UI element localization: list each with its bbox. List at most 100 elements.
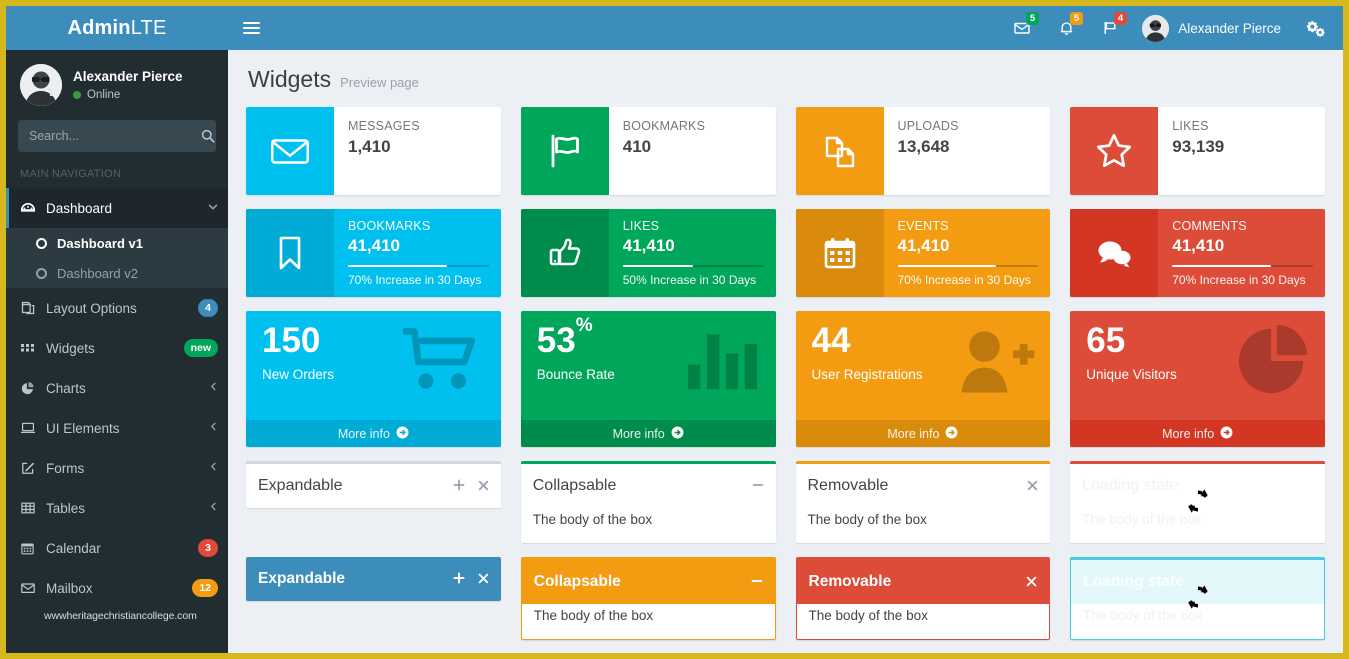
minus-icon[interactable] bbox=[751, 575, 763, 589]
plus-icon[interactable] bbox=[453, 479, 465, 493]
chevron-left-icon bbox=[209, 502, 218, 514]
info-box-label: LIKES bbox=[622, 219, 660, 233]
info-box-comments-progress[interactable]: COMMENTS 41,410 70% Increase in 30 Days bbox=[1070, 209, 1325, 297]
user-panel[interactable]: Alexander Pierce Online bbox=[6, 50, 228, 118]
plus-icon[interactable] bbox=[453, 572, 465, 586]
info-box-label: BOOKMARKS bbox=[622, 119, 706, 133]
files-icon bbox=[795, 107, 884, 195]
flag-icon bbox=[520, 107, 609, 195]
sidebar-badge: new bbox=[183, 338, 218, 358]
sidebar-item-mailbox[interactable]: Mailbox 12 bbox=[6, 568, 228, 608]
info-box-messages[interactable]: MESSAGES 1,410 bbox=[246, 107, 501, 195]
close-icon[interactable] bbox=[478, 479, 489, 493]
sidebar-item-label: Mailbox bbox=[46, 580, 93, 596]
loading-overlay bbox=[1071, 560, 1324, 639]
user-panel-name: Alexander Pierce bbox=[73, 69, 183, 84]
info-box-number: 13,648 bbox=[897, 137, 950, 156]
small-box-text: User Registrations bbox=[811, 366, 923, 382]
content-area: Widgets Preview page MESSAGES 1,410 BOOK… bbox=[228, 50, 1343, 653]
info-box-uploads[interactable]: UPLOADS 13,648 bbox=[795, 107, 1051, 195]
brand-logo[interactable]: Admin LTE bbox=[6, 6, 228, 50]
messages-badge: 5 bbox=[1025, 12, 1040, 25]
info-box-number: 41,410 bbox=[622, 236, 675, 255]
brand-bold: Admin bbox=[67, 16, 131, 39]
info-box-label: COMMENTS bbox=[1172, 219, 1247, 233]
sidebar-badge: 12 bbox=[192, 578, 218, 598]
info-box-likes[interactable]: LIKES 93,139 bbox=[1070, 107, 1325, 195]
top-navbar: 5 5 4 Alexander Pierce bbox=[228, 6, 1343, 50]
small-box-number: 53% bbox=[536, 315, 764, 360]
arrow-circle-right-icon bbox=[671, 426, 684, 442]
sidebar-item-ui-elements[interactable]: UI Elements bbox=[6, 408, 228, 448]
info-box-events-progress[interactable]: EVENTS 41,410 70% Increase in 30 Days bbox=[795, 209, 1051, 297]
sidebar-item-forms[interactable]: Forms bbox=[6, 448, 228, 488]
close-icon[interactable] bbox=[478, 572, 489, 586]
tasks-menu-button[interactable]: 4 bbox=[1088, 6, 1132, 50]
arrow-circle-right-icon bbox=[396, 426, 409, 442]
info-box-number: 41,410 bbox=[1172, 236, 1225, 255]
page-subtitle: Preview page bbox=[340, 75, 419, 90]
small-box-footer[interactable]: More info bbox=[795, 420, 1051, 447]
search-button[interactable] bbox=[200, 121, 215, 151]
search-input[interactable] bbox=[19, 129, 200, 143]
solid-box-loading-state: Loading state The body of the box bbox=[1070, 557, 1325, 640]
box-title: Expandable bbox=[258, 477, 343, 494]
minus-icon[interactable] bbox=[752, 479, 764, 493]
control-sidebar-toggle[interactable] bbox=[1293, 6, 1337, 50]
user-menu-button[interactable]: Alexander Pierce bbox=[1132, 6, 1293, 50]
sidebar-subitem-label: Dashboard v2 bbox=[57, 265, 138, 281]
info-box-label: EVENTS bbox=[897, 219, 949, 233]
sidebar-item-dashboard-v1[interactable]: Dashboard v1 bbox=[6, 228, 228, 258]
small-box-value: 53 bbox=[536, 321, 576, 360]
sidebar-subnav: Dashboard v1 Dashboard v2 bbox=[6, 228, 228, 288]
small-box-number: 44 bbox=[811, 321, 851, 360]
small-box-footer[interactable]: More info bbox=[1070, 420, 1325, 447]
user-panel-status-label: Online bbox=[87, 89, 121, 101]
sidebar-item-charts[interactable]: Charts bbox=[6, 368, 228, 408]
sidebar-item-tables[interactable]: Tables bbox=[6, 488, 228, 528]
close-icon[interactable] bbox=[1026, 575, 1037, 589]
info-box-bookmarks[interactable]: BOOKMARKS 410 bbox=[520, 107, 776, 195]
box-body: The body of the box bbox=[532, 512, 653, 527]
small-box-user-registrations[interactable]: 44 User Registrations More info bbox=[795, 311, 1051, 447]
arrow-circle-right-icon bbox=[945, 426, 958, 442]
progress-bar bbox=[897, 265, 1039, 267]
info-box-description: 70% Increase in 30 Days bbox=[897, 273, 1031, 287]
sidebar-item-label: Calendar bbox=[46, 540, 101, 556]
solid-box-removable: Removable The body of the box bbox=[795, 557, 1051, 640]
avatar bbox=[20, 64, 62, 106]
sidebar-item-calendar[interactable]: Calendar 3 bbox=[6, 528, 228, 568]
sidebar-item-dashboard-v2[interactable]: Dashboard v2 bbox=[6, 258, 228, 288]
info-box-label: MESSAGES bbox=[348, 119, 420, 133]
close-icon[interactable] bbox=[1027, 479, 1038, 493]
circle-o-icon bbox=[36, 267, 47, 279]
bookmark-icon bbox=[246, 209, 334, 297]
sidebar-item-dashboard[interactable]: Dashboard bbox=[6, 188, 228, 228]
notifications-menu-button[interactable]: 5 bbox=[1044, 6, 1088, 50]
small-box-footer[interactable]: More info bbox=[520, 420, 776, 447]
small-box-text: Bounce Rate bbox=[536, 366, 615, 382]
small-box-unique-visitors[interactable]: 65 Unique Visitors More info bbox=[1070, 311, 1325, 447]
sidebar-badge: 3 bbox=[198, 538, 218, 558]
small-box-bounce-rate[interactable]: 53% Bounce Rate More info bbox=[520, 311, 776, 447]
sidebar-item-label: Widgets bbox=[46, 340, 95, 356]
sidebar-item-layout-options[interactable]: Layout Options 4 bbox=[6, 288, 228, 328]
box-title: Removable bbox=[807, 477, 889, 494]
box-body: The body of the box bbox=[533, 608, 654, 623]
small-box-footer[interactable]: More info bbox=[246, 420, 501, 447]
nav-section-header: MAIN NAVIGATION bbox=[20, 168, 122, 180]
arrow-circle-right-icon bbox=[1220, 426, 1233, 442]
sidebar-toggle-button[interactable] bbox=[228, 6, 274, 50]
calendar-icon bbox=[795, 209, 884, 297]
small-box-new-orders[interactable]: 150 New Orders More info bbox=[246, 311, 501, 447]
box-title: Expandable bbox=[258, 570, 345, 587]
user-panel-status: Online bbox=[73, 89, 183, 101]
info-box-bookmarks-progress[interactable]: BOOKMARKS 41,410 70% Increase in 30 Days bbox=[246, 209, 501, 297]
messages-menu-button[interactable]: 5 bbox=[1000, 6, 1044, 50]
sidebar-nav: Dashboard Dashboard v1 Dashboard v2 Layo… bbox=[6, 188, 228, 608]
sidebar-item-widgets[interactable]: Widgets new bbox=[6, 328, 228, 368]
info-box-likes-progress[interactable]: LIKES 41,410 50% Increase in 30 Days bbox=[520, 209, 776, 297]
notifications-badge: 5 bbox=[1069, 12, 1084, 25]
small-box-text: New Orders bbox=[262, 366, 335, 382]
star-icon bbox=[1070, 107, 1159, 195]
